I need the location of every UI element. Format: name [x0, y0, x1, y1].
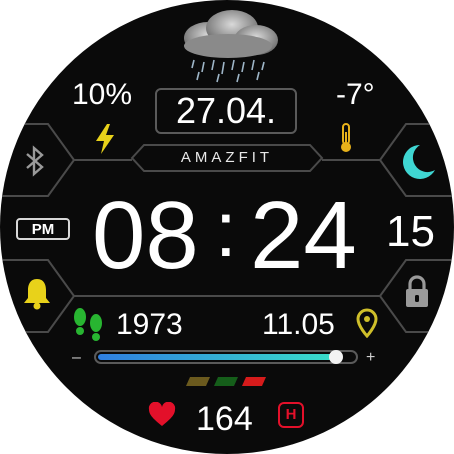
bell-icon[interactable] — [22, 276, 52, 310]
time-hours: 08 — [92, 182, 199, 289]
time-minutes: 24 — [250, 182, 357, 289]
watch-face: 10% 27.04. -7° AMAZFIT PM 08: 24 15 197… — [0, 0, 454, 454]
progress-knob[interactable] — [329, 350, 343, 364]
am-pm-label: PM — [31, 221, 55, 238]
footprints-icon — [74, 308, 102, 341]
location-pin-icon — [356, 308, 378, 338]
brand-label: AMAZFIT — [180, 149, 274, 166]
bluetooth-icon[interactable] — [22, 145, 48, 177]
time-separator: : — [215, 185, 237, 273]
moon-icon[interactable] — [396, 142, 438, 182]
heart-icon — [148, 402, 176, 426]
progress-fill — [98, 354, 336, 360]
hr-badge-label: H — [285, 406, 297, 423]
indicator-2 — [214, 377, 238, 386]
distance-value: 11.05 — [262, 308, 335, 341]
step-count: 1973 — [116, 308, 183, 341]
time-seconds: 15 — [386, 207, 435, 256]
indicator-1 — [186, 377, 210, 386]
progress-plus-label: + — [366, 349, 376, 366]
progress-minus-label: – — [72, 349, 81, 366]
lock-icon[interactable] — [402, 274, 432, 310]
indicator-3 — [242, 377, 266, 386]
heart-rate-value: 164 — [196, 400, 253, 438]
status-indicators — [186, 377, 266, 386]
